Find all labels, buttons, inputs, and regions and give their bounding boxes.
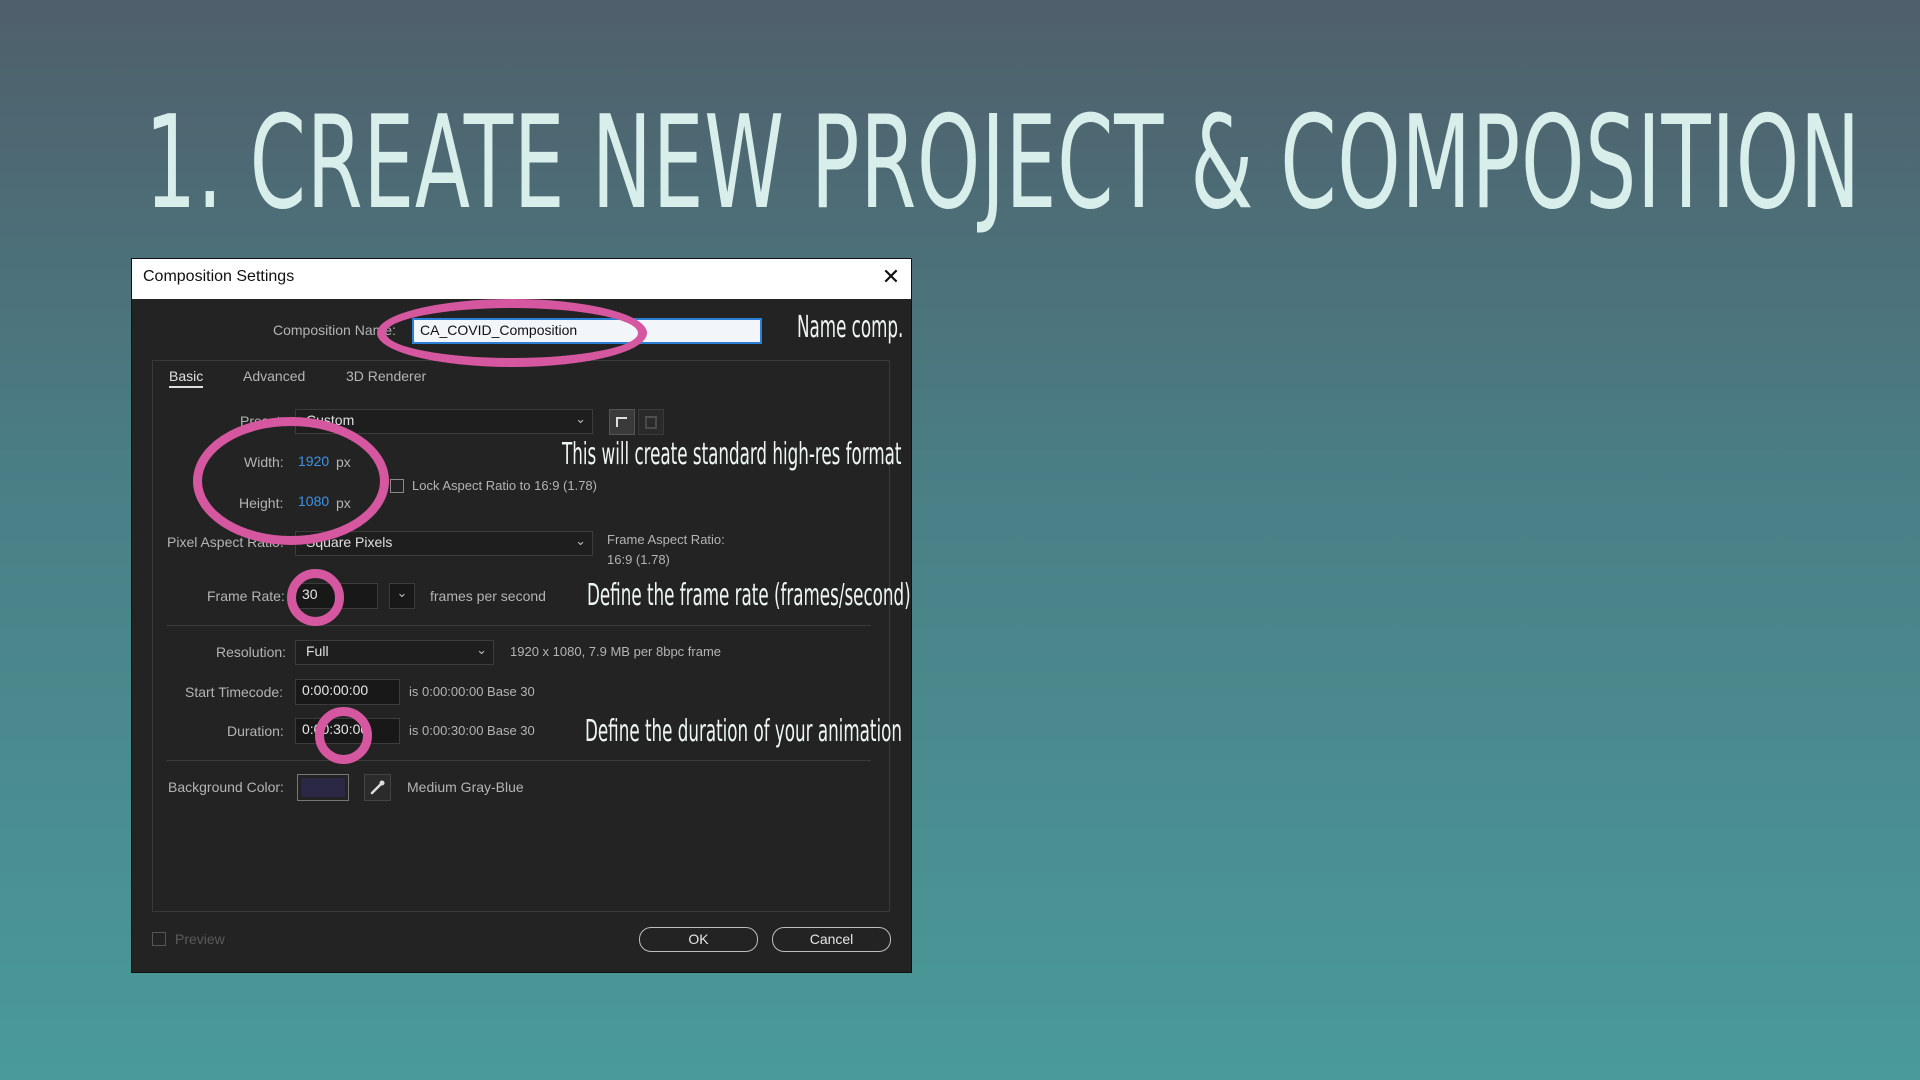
slide-title: 1. CREATE NEW PROJECT & COMPOSITION bbox=[145, 89, 1861, 238]
duration-input[interactable]: 0:00:30:00 bbox=[295, 718, 400, 744]
chevron-down-icon: ⌄ bbox=[476, 642, 487, 657]
preview-checkbox[interactable] bbox=[152, 932, 166, 946]
composition-settings-dialog: Composition Settings ✕ Composition Name:… bbox=[132, 259, 911, 972]
start-timecode-label: Start Timecode: bbox=[185, 684, 284, 700]
frame-rate-dropdown[interactable]: ⌄ bbox=[389, 583, 415, 609]
resolution-info: 1920 x 1080, 7.9 MB per 8bpc frame bbox=[510, 644, 722, 659]
pixel-aspect-label: Pixel Aspect Ratio: bbox=[167, 534, 284, 550]
chevron-down-icon: ⌄ bbox=[575, 411, 586, 426]
divider bbox=[166, 760, 871, 761]
background-color-label: Background Color: bbox=[168, 779, 284, 795]
preset-label: Preset: bbox=[240, 413, 285, 429]
composition-name-input[interactable]: CA_COVID_Composition bbox=[412, 318, 762, 344]
fps-label: frames per second bbox=[430, 588, 546, 604]
close-icon[interactable]: ✕ bbox=[878, 265, 904, 291]
frame-rate-label: Frame Rate: bbox=[207, 588, 285, 604]
dialog-titlebar: Composition Settings ✕ bbox=[132, 259, 911, 299]
height-label: Height: bbox=[239, 495, 284, 511]
preset-value: Custom bbox=[306, 412, 355, 428]
lock-aspect-label: Lock Aspect Ratio to 16:9 (1.78) bbox=[412, 478, 597, 493]
delete-preset-button[interactable] bbox=[638, 409, 664, 435]
tab-3d-renderer[interactable]: 3D Renderer bbox=[346, 368, 426, 384]
cancel-button[interactable]: Cancel bbox=[772, 927, 891, 952]
frame-aspect-value: 16:9 (1.78) bbox=[607, 552, 670, 567]
annotation-name-comp: Name comp. bbox=[797, 310, 904, 345]
resolution-label: Resolution: bbox=[216, 644, 287, 660]
width-unit: px bbox=[336, 454, 351, 470]
preview-label: Preview bbox=[175, 931, 225, 947]
duration-label: Duration: bbox=[227, 723, 284, 739]
start-timecode-info: is 0:00:00:00 Base 30 bbox=[409, 684, 535, 699]
height-unit: px bbox=[336, 495, 351, 511]
save-preset-button[interactable] bbox=[609, 409, 635, 435]
duration-info: is 0:00:30:00 Base 30 bbox=[409, 723, 535, 738]
tab-basic[interactable]: Basic bbox=[169, 368, 204, 388]
preset-select[interactable]: Custom ⌄ bbox=[295, 409, 593, 434]
lock-aspect-checkbox[interactable] bbox=[390, 479, 404, 493]
annotation-high-res: This will create standard high-res forma… bbox=[562, 437, 902, 472]
dialog-title: Composition Settings bbox=[143, 268, 295, 285]
divider bbox=[166, 625, 871, 626]
start-timecode-input[interactable]: 0:00:00:00 bbox=[295, 679, 400, 705]
resolution-select[interactable]: Full ⌄ bbox=[295, 640, 494, 665]
dialog-body: Composition Name: CA_COVID_Composition B… bbox=[132, 299, 911, 972]
width-label: Width: bbox=[244, 454, 284, 470]
background-color-swatch[interactable] bbox=[297, 774, 349, 801]
chevron-down-icon: ⌄ bbox=[575, 533, 586, 548]
pixel-aspect-select[interactable]: Square Pixels ⌄ bbox=[295, 531, 593, 556]
eyedropper-button[interactable] bbox=[364, 774, 391, 801]
width-value[interactable]: 1920 bbox=[298, 453, 329, 469]
composition-name-label: Composition Name: bbox=[273, 322, 396, 338]
color-swatch-fill bbox=[301, 778, 345, 797]
frame-aspect-label: Frame Aspect Ratio: bbox=[607, 532, 725, 547]
ok-button[interactable]: OK bbox=[639, 927, 758, 952]
resolution-value: Full bbox=[306, 643, 329, 659]
annotation-frame-rate: Define the frame rate (frames/second) bbox=[587, 578, 911, 613]
height-value[interactable]: 1080 bbox=[298, 493, 329, 509]
chevron-down-icon: ⌄ bbox=[396, 585, 408, 600]
background-color-name: Medium Gray-Blue bbox=[407, 779, 524, 795]
tab-advanced[interactable]: Advanced bbox=[243, 368, 305, 384]
eyedropper-icon bbox=[370, 780, 385, 795]
save-preset-icon bbox=[616, 417, 627, 427]
frame-rate-input[interactable]: 30 bbox=[295, 583, 378, 609]
pixel-aspect-value: Square Pixels bbox=[306, 534, 393, 550]
trash-icon bbox=[645, 416, 657, 429]
annotation-duration: Define the duration of your animation bbox=[585, 714, 902, 749]
